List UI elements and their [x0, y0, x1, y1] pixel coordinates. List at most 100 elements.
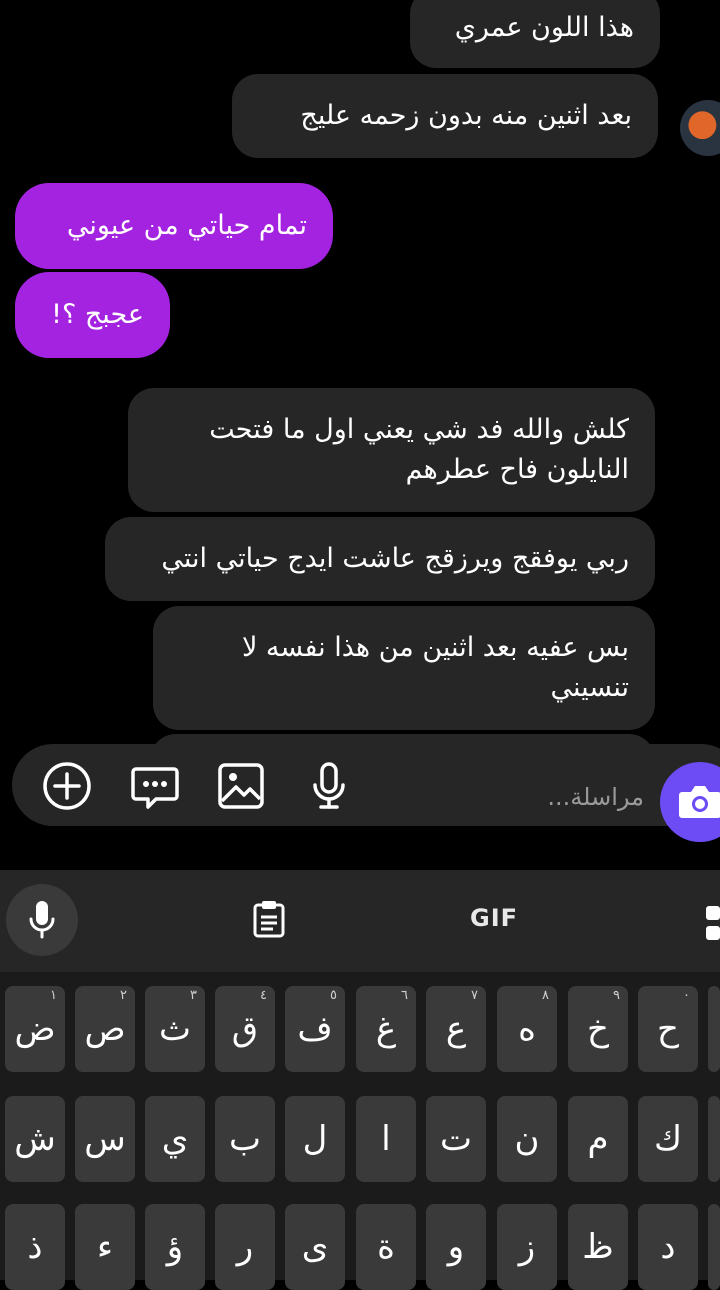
key-label: غ [375, 1009, 397, 1049]
key-partial[interactable] [708, 1204, 720, 1290]
key-label: ض [14, 1009, 56, 1049]
key-hint: ٠ [683, 988, 690, 1003]
key[interactable]: ز [497, 1204, 557, 1290]
message-bubble[interactable]: هذا اللون عمري [410, 0, 660, 68]
key-label: ي [161, 1119, 189, 1159]
key-label: ز [518, 1227, 536, 1267]
key-hint: ٨ [542, 988, 549, 1003]
key[interactable]: د [638, 1204, 698, 1290]
microphone-icon [29, 901, 55, 939]
message-text: بعد اثنين منه بدون زحمه عليج [300, 100, 632, 131]
key-hint: ٧ [471, 988, 478, 1003]
key[interactable]: ع٧ [426, 986, 486, 1072]
message-text: هذا اللون عمري [454, 12, 634, 43]
key[interactable]: م [568, 1096, 628, 1182]
message-line: تنسيني [550, 672, 629, 703]
message-bubble-sent[interactable]: تمام حياتي من عيوني [15, 183, 333, 269]
message-text: عجبج ؟! [51, 299, 144, 330]
key[interactable]: ض١ [5, 986, 65, 1072]
camera-icon [679, 786, 720, 818]
key[interactable]: ي [145, 1096, 205, 1182]
key[interactable]: س [75, 1096, 135, 1182]
key[interactable]: خ٩ [568, 986, 628, 1072]
gallery-icon[interactable] [216, 761, 266, 811]
key[interactable]: ش [5, 1096, 65, 1182]
key[interactable]: ة [356, 1204, 416, 1290]
keyboard: GIF ض١ص٢ث٣ق٤ف٥غ٦ع٧ه٨خ٩ح٠ شسيبلاتنمك ذءؤر… [0, 870, 720, 1290]
key-label: خ [587, 1009, 609, 1049]
key[interactable]: ر [215, 1204, 275, 1290]
message-line: النايلون فاح عطرهم [405, 454, 629, 485]
chat-area[interactable]: هذا اللون عمري بعد اثنين منه بدون زحمه ع… [0, 0, 720, 870]
key-label: ظ [582, 1227, 614, 1267]
key-label: ث [158, 1009, 191, 1049]
key-label: ء [97, 1227, 113, 1267]
key-hint: ٢ [120, 988, 127, 1003]
key[interactable]: ف٥ [285, 986, 345, 1072]
key-hint: ١ [50, 988, 57, 1003]
key[interactable]: ت [426, 1096, 486, 1182]
voice-input-button[interactable] [6, 884, 78, 956]
key[interactable]: ظ [568, 1204, 628, 1290]
key-label: ا [381, 1119, 391, 1159]
key[interactable]: و [426, 1204, 486, 1290]
key-label: و [447, 1227, 465, 1267]
key[interactable]: ذ [5, 1204, 65, 1290]
key-hint: ٤ [260, 988, 267, 1003]
key-hint: ٩ [613, 988, 620, 1003]
contact-avatar[interactable] [680, 100, 720, 156]
key-label: ش [14, 1119, 56, 1159]
key-label: ك [653, 1119, 683, 1159]
clipboard-icon[interactable] [251, 900, 287, 938]
key[interactable]: ا [356, 1096, 416, 1182]
key[interactable]: ب [215, 1096, 275, 1182]
microphone-icon[interactable] [304, 761, 354, 811]
key[interactable]: ق٤ [215, 986, 275, 1072]
gif-button[interactable]: GIF [470, 904, 518, 932]
key[interactable]: غ٦ [356, 986, 416, 1072]
key-label: ب [228, 1119, 261, 1159]
key-partial[interactable] [708, 986, 720, 1072]
key-label: د [660, 1227, 676, 1267]
sticker-icon[interactable] [130, 761, 180, 811]
key-label: ؤ [166, 1227, 184, 1267]
key[interactable]: ى [285, 1204, 345, 1290]
key[interactable]: ؤ [145, 1204, 205, 1290]
message-input[interactable]: مراسلة... [520, 783, 644, 811]
message-line: كلش والله فد شي يعني اول ما فتحت [209, 414, 629, 445]
key-label: ف [297, 1009, 333, 1049]
key[interactable]: ن [497, 1096, 557, 1182]
key-partial[interactable] [708, 1096, 720, 1182]
key-label: ل [302, 1119, 328, 1159]
key-hint: ٦ [401, 988, 408, 1003]
message-bubble[interactable]: بعد اثنين منه بدون زحمه عليج [232, 74, 658, 158]
key-label: م [587, 1119, 609, 1159]
key-label: ق [231, 1009, 259, 1049]
key-label: ر [236, 1227, 254, 1267]
key[interactable]: ء [75, 1204, 135, 1290]
key-label: ن [514, 1119, 540, 1159]
message-text: تمام حياتي من عيوني [66, 210, 307, 241]
message-bubble-sent[interactable]: عجبج ؟! [15, 272, 170, 358]
key[interactable]: ك [638, 1096, 698, 1182]
key-label: ة [377, 1227, 395, 1267]
key[interactable]: ل [285, 1096, 345, 1182]
key[interactable]: ص٢ [75, 986, 135, 1072]
key-label: ت [439, 1119, 472, 1159]
message-bubble[interactable]: ربي يوفقج ويرزقج عاشت ايدج حياتي انتي [105, 517, 655, 601]
key-label: س [84, 1119, 126, 1159]
key-label: ه [518, 1009, 536, 1049]
key-label: ح [657, 1009, 679, 1049]
key[interactable]: ث٣ [145, 986, 205, 1072]
key[interactable]: ه٨ [497, 986, 557, 1072]
message-bubble[interactable]: بس عفيه بعد اثنين من هذا نفسه لا تنسيني [153, 606, 655, 730]
add-icon[interactable] [42, 761, 92, 811]
key-label: ع [445, 1009, 467, 1049]
key-label: ذ [27, 1227, 43, 1267]
key-hint: ٣ [190, 988, 197, 1003]
key[interactable]: ح٠ [638, 986, 698, 1072]
message-bubble[interactable]: كلش والله فد شي يعني اول ما فتحت النايلو… [128, 388, 655, 512]
more-options-icon[interactable] [704, 904, 720, 942]
keyboard-toolbar: GIF [0, 870, 720, 972]
key-label: ى [301, 1227, 329, 1267]
